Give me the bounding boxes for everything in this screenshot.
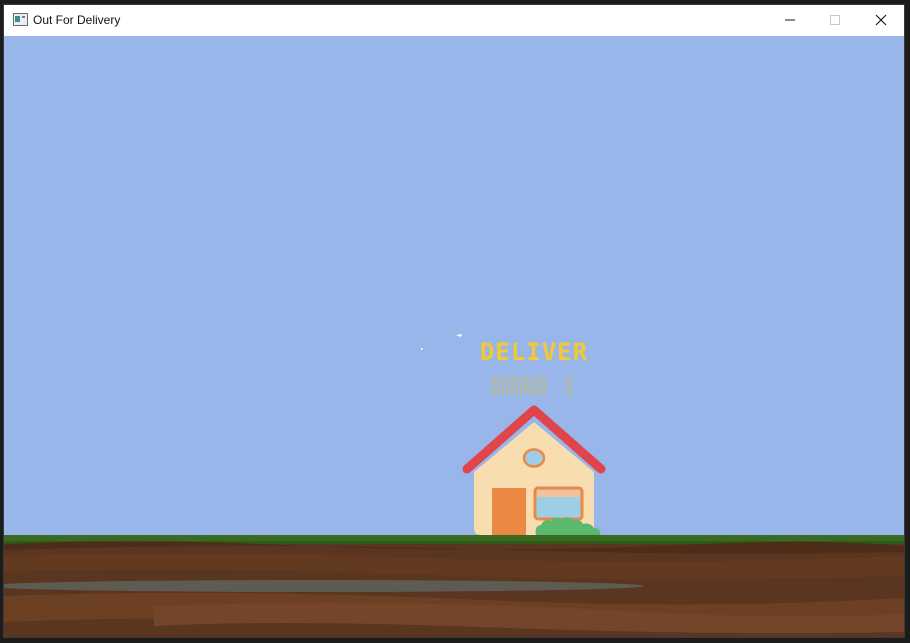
minimize-icon — [785, 19, 795, 21]
maximize-button[interactable] — [812, 5, 858, 36]
window-sill — [537, 490, 580, 497]
ground — [4, 535, 904, 637]
game-window: Out For Delivery DELIVER HERE ! — [4, 5, 904, 637]
maximize-icon — [830, 15, 840, 25]
close-button[interactable] — [858, 5, 904, 36]
title-bar[interactable]: Out For Delivery — [4, 5, 904, 36]
minimize-button[interactable] — [767, 5, 813, 36]
puddle — [4, 580, 644, 592]
game-scene — [4, 36, 904, 637]
deliver-prompt-line2: HERE ! — [491, 375, 577, 401]
sparkle-particle — [421, 348, 423, 350]
deliver-prompt-line1: DELIVER — [479, 338, 589, 366]
close-icon — [875, 14, 887, 26]
app-window-icon — [13, 13, 28, 26]
attic-window — [522, 448, 546, 468]
game-viewport[interactable]: DELIVER HERE ! — [4, 36, 904, 637]
window-title: Out For Delivery — [33, 13, 121, 27]
house-door — [492, 488, 526, 535]
